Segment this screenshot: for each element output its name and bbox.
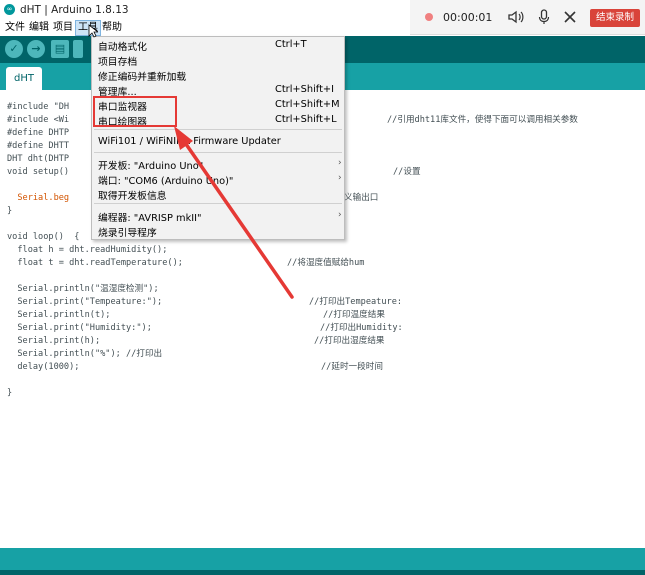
annotation-arrow xyxy=(174,126,294,299)
mouse-cursor-icon xyxy=(88,24,98,38)
